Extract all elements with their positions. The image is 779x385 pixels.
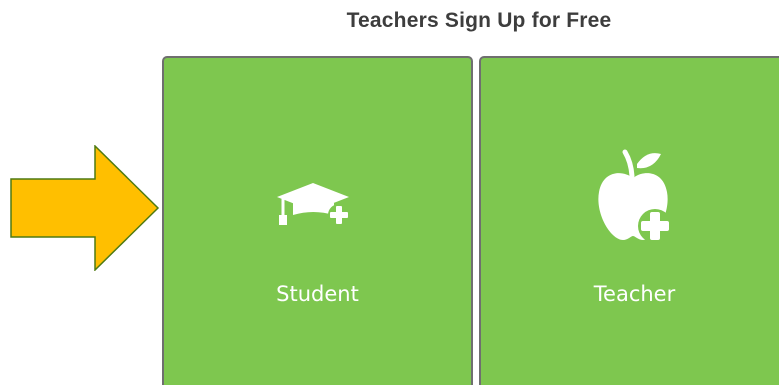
graduation-cap-plus-icon [164, 181, 471, 229]
teacher-signup-tile[interactable]: Teacher [479, 56, 779, 385]
student-label: Student [276, 282, 359, 306]
teacher-label: Teacher [593, 282, 676, 306]
page-title: Teachers Sign Up for Free [346, 9, 612, 32]
right-arrow-icon [10, 145, 160, 271]
apple-plus-icon [481, 148, 779, 248]
student-signup-tile[interactable]: Student [162, 56, 473, 385]
signup-page: Teachers Sign Up for Free Student Teache… [0, 0, 779, 385]
